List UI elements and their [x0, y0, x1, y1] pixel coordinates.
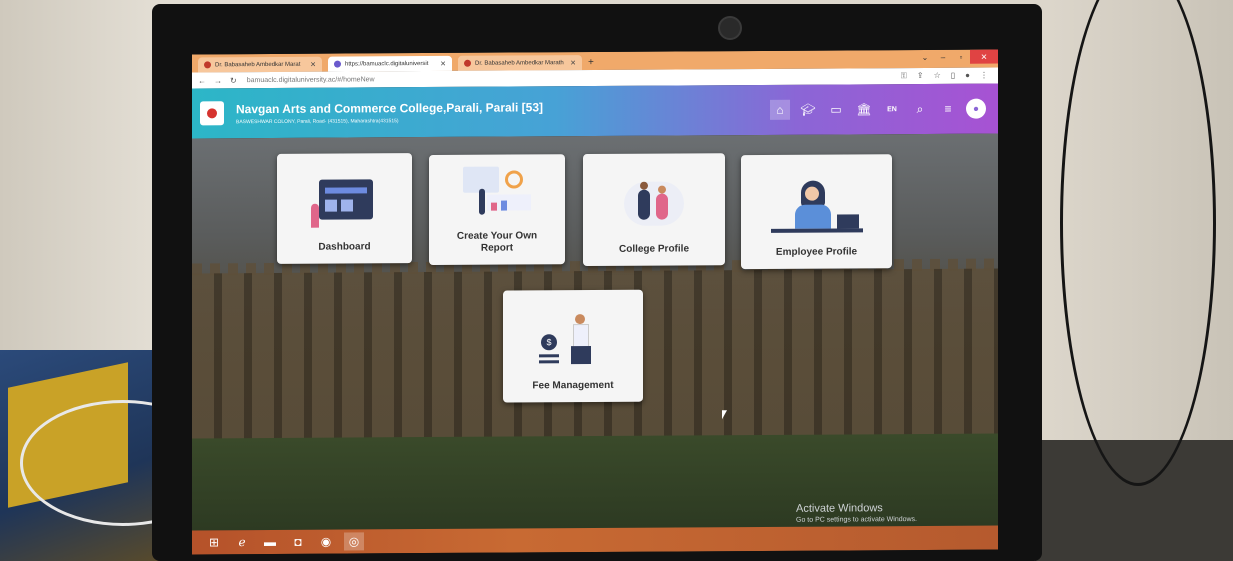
sidepanel-icon[interactable]: ▯ — [951, 71, 955, 81]
watermark-title: Activate Windows — [796, 502, 883, 515]
file-explorer-icon[interactable]: ▬ — [260, 533, 280, 551]
url-input[interactable]: bamuaclc.digitaluniversity.ac/#/homeNew — [247, 76, 375, 84]
reload-icon[interactable]: ↻ — [230, 76, 237, 85]
tile-employee-profile[interactable]: Employee Profile — [741, 154, 892, 270]
fee-management-illustration-icon: $ — [533, 314, 613, 374]
college-profile-illustration-icon — [614, 177, 694, 237]
mouse-cursor-icon — [722, 410, 727, 420]
key-icon[interactable]: ⚿ — [901, 71, 907, 81]
tile-dashboard[interactable]: Dashboard — [277, 153, 412, 264]
minimize-icon[interactable]: – — [934, 50, 952, 64]
chrome-icon[interactable]: ◎ — [344, 532, 364, 551]
tile-label: College Profile — [618, 243, 689, 255]
favicon-icon — [464, 59, 471, 67]
nav-buttons: ← → ↻ — [198, 76, 237, 85]
tile-label: Employee Profile — [775, 246, 858, 258]
app-header: Navgan Arts and Commerce College,Parali,… — [192, 83, 998, 139]
maximize-icon[interactable]: ▫ — [952, 50, 970, 64]
new-tab-button[interactable]: + — [588, 57, 594, 68]
logo-mark-icon — [207, 108, 217, 119]
employee-profile-illustration-icon — [767, 180, 867, 241]
tile-college-profile[interactable]: College Profile — [583, 153, 725, 267]
profile-icon[interactable]: ● — [965, 71, 970, 81]
tab-label: Dr. Babasaheb Ambedkar Marath — [475, 59, 564, 67]
dropdown-icon[interactable]: ⌄ — [916, 50, 934, 64]
tab-label: Dr. Babasaheb Ambedkar Marat — [215, 61, 301, 68]
close-tab-icon[interactable]: ✕ — [440, 59, 446, 67]
windows-start-icon[interactable]: ⊞ — [204, 533, 224, 551]
header-icons: ⌂ 🎓︎ ▭ 🏛︎ EN ⌕ ≡ ● — [770, 98, 986, 120]
menu-dots-icon[interactable]: ⋮ — [980, 71, 988, 81]
college-name: Navgan Arts and Commerce College,Parali,… — [236, 99, 544, 116]
activate-windows-watermark: Activate Windows Go to PC settings to ac… — [796, 502, 917, 524]
webcam — [718, 16, 742, 40]
institution-icon[interactable]: 🏛︎ — [854, 99, 874, 119]
home-icon[interactable]: ⌂ — [770, 99, 790, 120]
tile-fee-management[interactable]: $ Fee Management — [503, 289, 643, 403]
forward-icon[interactable]: → — [214, 76, 222, 85]
favicon-icon — [204, 61, 211, 69]
favicon-icon — [334, 60, 341, 68]
hamburger-menu-icon[interactable]: ≡ — [938, 99, 958, 119]
back-icon[interactable]: ← — [198, 76, 206, 85]
browser-tab[interactable]: Dr. Babasaheb Ambedkar Marath ✕ — [458, 55, 582, 71]
college-logo — [200, 101, 224, 126]
windows-taskbar: ⊞ ℯ ▬ ◘ ◉ ◎ — [192, 525, 998, 555]
tile-label: Create Your Own Report — [456, 230, 538, 254]
star-icon[interactable]: ☆ — [934, 71, 941, 81]
college-info: Navgan Arts and Commerce College,Parali,… — [236, 100, 543, 125]
watermark-subtitle: Go to PC settings to activate Windows. — [796, 516, 917, 524]
internet-explorer-icon[interactable]: ℯ — [232, 533, 252, 551]
browser-tab[interactable]: Dr. Babasaheb Ambedkar Marat ✕ — [198, 56, 322, 73]
browser-tools: ⚿ ⇪ ☆ ▯ ● ⋮ — [901, 71, 988, 82]
search-icon[interactable]: ⌕ — [910, 99, 930, 119]
window-controls: ⌄ – ▫ ✕ — [916, 49, 998, 69]
tile-label: Fee Management — [532, 379, 614, 392]
store-icon[interactable]: ◘ — [288, 533, 308, 551]
tab-label: https://bamuaclc.digitaluniversit — [345, 60, 429, 68]
screen: Dr. Babasaheb Ambedkar Marat ✕ https://b… — [192, 49, 998, 555]
college-address: BASWESHWAR COLONY, Parali, Road- (431515… — [236, 117, 399, 125]
language-button[interactable]: EN — [882, 99, 902, 119]
browser-tab-active[interactable]: https://bamuaclc.digitaluniversit ✕ — [328, 55, 452, 72]
report-illustration-icon — [457, 164, 537, 224]
dashboard-illustration-icon — [305, 175, 385, 235]
close-window-icon[interactable]: ✕ — [970, 49, 998, 64]
edge-icon[interactable]: ◉ — [316, 533, 336, 551]
tile-label: Dashboard — [318, 241, 371, 253]
monitor-icon[interactable]: ▭ — [826, 99, 846, 119]
graduation-cap-icon[interactable]: 🎓︎ — [798, 100, 818, 120]
share-icon[interactable]: ⇪ — [917, 71, 924, 81]
close-tab-icon[interactable]: ✕ — [310, 60, 316, 68]
close-tab-icon[interactable]: ✕ — [570, 59, 576, 67]
tile-create-report[interactable]: Create Your Own Report — [429, 154, 565, 266]
user-avatar-icon[interactable]: ● — [966, 98, 986, 119]
content-area: Dashboard Create Your Own Report College… — [192, 133, 998, 531]
